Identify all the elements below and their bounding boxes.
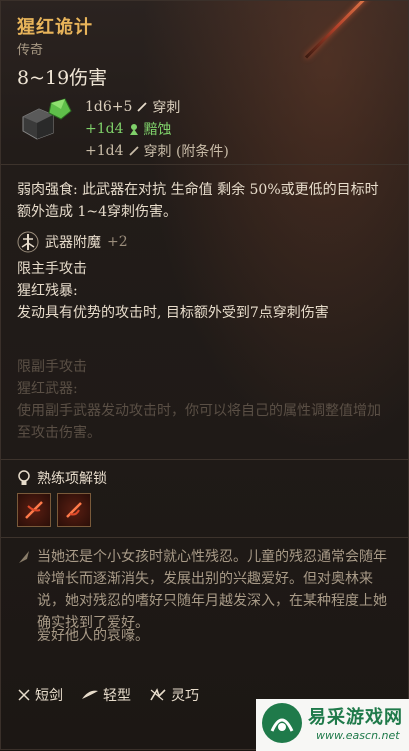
watermark-url: www.eascn.net — [316, 729, 400, 742]
damage-dice: +1d4 — [85, 121, 124, 137]
proficiency-header: 熟练项解锁 — [17, 468, 107, 488]
property-tag: 轻型 — [81, 685, 131, 705]
lore-quill-icon — [19, 551, 29, 563]
property-label: 轻型 — [103, 688, 131, 704]
damage-type: 穿刺 — [152, 100, 181, 116]
action-slot[interactable] — [57, 493, 91, 527]
enchantment-level: +2 — [107, 234, 128, 250]
proficiency-actions — [17, 493, 91, 527]
property-tag: 短剑 — [17, 685, 63, 705]
inactive-ability-block: 限副手攻击 猩红武器: 使用副手武器发动攻击时，你可以将自己的属性调整值增加至攻… — [17, 356, 392, 444]
divider — [1, 164, 409, 165]
item-rarity: 传奇 — [17, 43, 44, 58]
property-tag: 灵巧 — [149, 685, 199, 705]
restriction-text: 限主手攻击 — [17, 261, 87, 277]
finesse-icon — [150, 688, 166, 701]
enchantment-icon — [17, 231, 39, 253]
lightbulb-icon — [18, 470, 30, 485]
weapon-properties: 短剑 轻型 灵巧 — [17, 685, 199, 705]
inactive-restriction: 限副手攻击 — [17, 359, 87, 375]
item-name: 猩红诡计 — [17, 17, 93, 38]
inactive-ability-description: 使用副手武器发动攻击时，你可以将自己的属性调整值增加至攻击伤害。 — [17, 403, 381, 441]
damage-row: +1d4 黯蚀 — [85, 119, 172, 139]
damage-dice: 1d6+5 — [85, 99, 133, 115]
property-label: 短剑 — [35, 688, 63, 704]
ability-description: 发动具有优势的攻击时, 目标额外受到7点穿刺伤害 — [17, 305, 329, 321]
shortsword-icon — [18, 689, 30, 701]
damage-row: +1d4 穿刺 (附条件) — [85, 141, 229, 161]
action-slot[interactable] — [17, 493, 51, 527]
enchantment-row: 武器附魔 +2 — [17, 231, 128, 253]
lore-quote: 爱好他人的哀嚎。 — [37, 628, 149, 644]
property-label: 灵巧 — [171, 688, 199, 704]
enchantment-name: 武器附魔 — [45, 235, 101, 251]
flourish-action-icon — [66, 502, 82, 518]
damage-dice-icon — [22, 98, 72, 140]
proficiency-label: 熟练项解锁 — [37, 471, 107, 487]
weapon-artwork — [291, 1, 401, 111]
divider — [1, 537, 409, 538]
piercing-icon — [128, 146, 139, 156]
feather-icon — [82, 690, 98, 699]
inactive-ability-name: 猩红武器: — [17, 381, 78, 397]
damage-row: 1d6+5 穿刺 — [85, 97, 180, 117]
site-watermark-logo: 易采游戏网 www.eascn.net — [256, 699, 409, 751]
lore-text: 当她还是个小女孩时就心性残忍。儿童的残忍通常会随年龄增长而逐渐消失，发展出别的兴… — [37, 549, 387, 631]
damage-type: 黯蚀 — [143, 122, 172, 138]
watermark-emblem — [262, 703, 302, 743]
damage-range: 8~19伤害 — [17, 67, 108, 89]
damage-dice: +1d4 — [85, 143, 124, 159]
item-tooltip: 猩红诡计 传奇 8~19伤害 1d6+5 穿刺 +1d4 黯蚀 +1d4 穿刺 … — [0, 0, 409, 751]
ability-block: 限主手攻击 猩红残暴: 发动具有优势的攻击时, 目标额外受到7点穿刺伤害 — [17, 258, 392, 324]
passive-description: 弱肉强食: 此武器在对抗 生命值 剩余 50%或更低的目标时额外造成 1~4穿刺… — [17, 182, 379, 220]
necrotic-icon — [129, 123, 138, 135]
slash-action-icon — [25, 501, 43, 519]
watermark-name: 易采游戏网 — [308, 707, 403, 728]
divider — [1, 459, 409, 460]
ability-name: 猩红残暴: — [17, 283, 78, 299]
damage-type: 穿刺 (附条件) — [143, 144, 229, 160]
piercing-icon — [137, 102, 148, 112]
